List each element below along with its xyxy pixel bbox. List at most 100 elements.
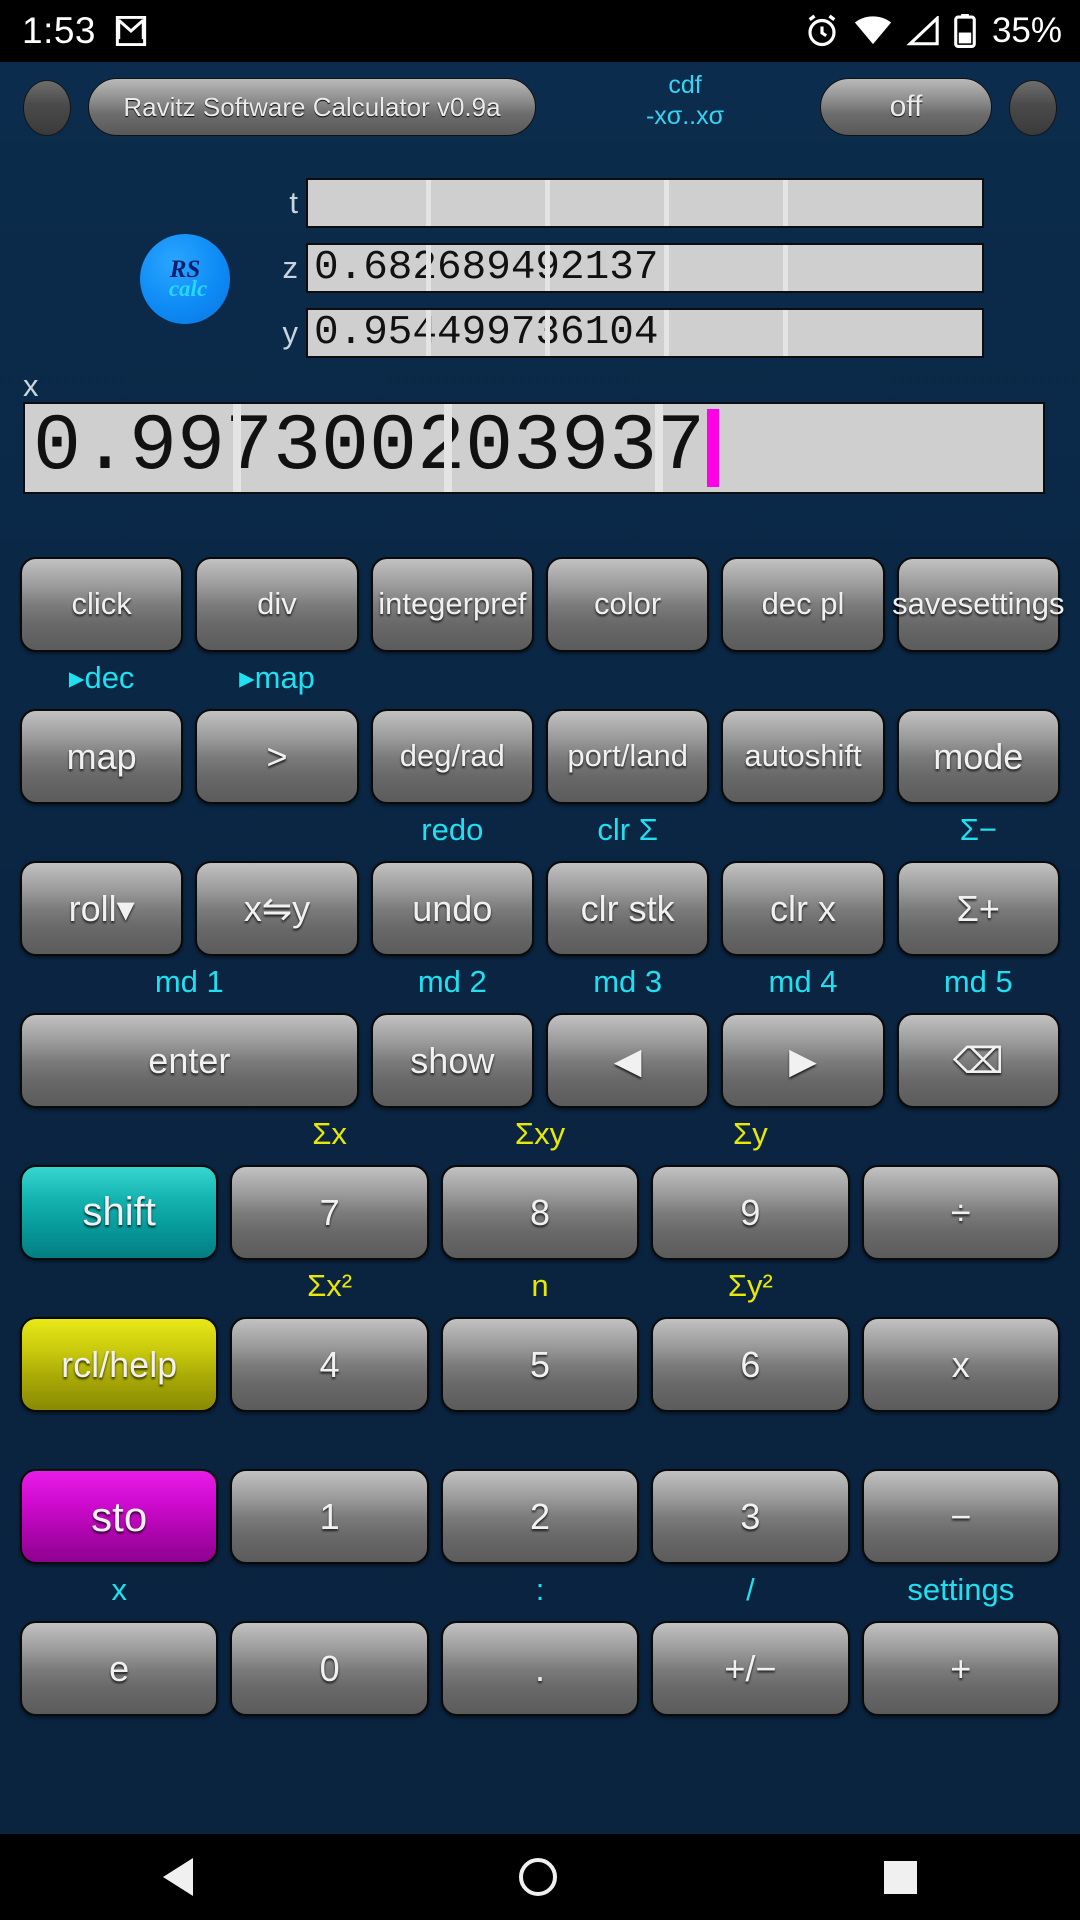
right-arrow-button[interactable]: ▶ xyxy=(721,1013,885,1108)
key-shift-label: md 1 xyxy=(154,964,224,999)
key-label: 8 xyxy=(529,1191,550,1233)
key-label: − xyxy=(950,1495,972,1537)
register-field-x[interactable]: 0.997300203937 xyxy=(23,402,1045,494)
key-shift-label: Σx² xyxy=(307,1268,353,1303)
digit-3-button[interactable]: 3 xyxy=(651,1469,850,1564)
key-label: undo xyxy=(412,887,493,929)
register-field-z[interactable]: 0.682689492137 xyxy=(306,243,984,293)
key-label: 7 xyxy=(319,1191,340,1233)
exponent-button[interactable]: e xyxy=(20,1621,219,1716)
divide-button[interactable]: ÷ xyxy=(861,1165,1060,1260)
sto-button[interactable]: sto xyxy=(20,1469,219,1564)
key-label: e xyxy=(109,1647,130,1689)
wifi-icon xyxy=(854,16,892,46)
key-label: > xyxy=(266,735,288,777)
deg-rad-button[interactable]: deg/rad xyxy=(370,709,534,804)
digit-0-button[interactable]: 0 xyxy=(230,1621,429,1716)
off-button[interactable]: off xyxy=(820,78,992,136)
digit-9-button[interactable]: 9 xyxy=(651,1165,850,1260)
keypad-label-row: Σx² n Σy² xyxy=(20,1260,1060,1304)
keypad-row: e 0. +/− + xyxy=(20,1608,1060,1716)
recent-apps-icon[interactable] xyxy=(883,1860,917,1894)
decimal-point-button[interactable]: . xyxy=(440,1621,640,1716)
clear-stack-button[interactable]: clr stk xyxy=(545,861,710,956)
digit-5-button[interactable]: 5 xyxy=(440,1317,640,1412)
digit-8-button[interactable]: 8 xyxy=(440,1165,640,1260)
logo-text: RS calc xyxy=(168,256,208,301)
register-row-t: t xyxy=(260,178,1080,228)
undo-button[interactable]: undo xyxy=(370,861,534,956)
port-land-button[interactable]: port/land xyxy=(545,709,710,804)
key-label: dec pl xyxy=(761,586,845,622)
key-shift-label: ▸dec xyxy=(68,660,135,695)
map-button[interactable]: map xyxy=(20,709,184,804)
register-label-z: z xyxy=(282,250,299,285)
back-icon[interactable] xyxy=(163,1858,194,1896)
calculator-app: Ravitz Software Calculator v0.9a cdf -xσ… xyxy=(0,62,1080,1834)
shift-button[interactable]: shift xyxy=(20,1165,219,1260)
show-button[interactable]: show xyxy=(370,1013,534,1108)
click-button[interactable]: click xyxy=(20,557,184,652)
key-shift-label: : xyxy=(535,1572,545,1607)
key-label: + xyxy=(950,1647,972,1689)
key-label: x⇋y xyxy=(243,887,311,929)
register-field-t[interactable] xyxy=(306,178,984,228)
rcl-help-button[interactable]: rcl/help xyxy=(20,1317,219,1412)
mode-button[interactable]: mode xyxy=(896,709,1060,804)
key-shift-label: x xyxy=(111,1572,127,1607)
register-row-y: y 0.954499736104 xyxy=(260,308,1080,358)
keypad: click div integer pref color dec pl save settin… xyxy=(0,500,1080,1716)
keypad-row: shift 7 8 9 ÷ xyxy=(20,1152,1060,1260)
android-nav-bar xyxy=(0,1834,1080,1920)
sign-toggle-button[interactable]: +/− xyxy=(651,1621,850,1716)
key-label: 4 xyxy=(319,1343,340,1385)
rs-calc-logo: RS calc xyxy=(140,234,230,324)
digit-4-button[interactable]: 4 xyxy=(230,1317,429,1412)
digit-6-button[interactable]: 6 xyxy=(651,1317,850,1412)
key-label: auto xyxy=(744,738,805,774)
key-label: save xyxy=(892,586,958,622)
clear-x-button[interactable]: clr x xyxy=(721,861,885,956)
sigma-plus-button[interactable]: Σ+ xyxy=(896,861,1060,956)
color-button[interactable]: color xyxy=(545,557,710,652)
right-knob-button[interactable] xyxy=(1009,80,1057,136)
add-button[interactable]: + xyxy=(861,1621,1060,1716)
digit-2-button[interactable]: 2 xyxy=(440,1469,640,1564)
register-value-y: 0.954499736104 xyxy=(314,309,659,356)
x-swap-y-button[interactable]: x⇋y xyxy=(195,861,359,956)
key-label: ÷ xyxy=(950,1191,971,1233)
key-label: ⌫ xyxy=(952,1039,1004,1081)
left-arrow-button[interactable]: ◀ xyxy=(545,1013,710,1108)
digit-7-button[interactable]: 7 xyxy=(230,1165,429,1260)
key-label: shift xyxy=(82,1189,156,1234)
dec-pl-button[interactable]: dec pl xyxy=(721,557,885,652)
subtract-button[interactable]: − xyxy=(861,1469,1060,1564)
integer-pref-button[interactable]: integer pref xyxy=(370,557,534,652)
cdf-label-line2: -xσ..xσ xyxy=(645,102,725,130)
key-shift-label: n xyxy=(531,1268,549,1303)
auto-shift-button[interactable]: auto shift xyxy=(721,709,885,804)
keypad-row: map > deg/rad port/land auto shift mode xyxy=(20,696,1060,804)
key-label: show xyxy=(410,1039,495,1081)
digit-1-button[interactable]: 1 xyxy=(230,1469,429,1564)
backspace-button[interactable]: ⌫ xyxy=(896,1013,1060,1108)
register-label-x: x xyxy=(23,368,39,403)
div-button[interactable]: div xyxy=(195,557,359,652)
key-label: . xyxy=(534,1647,545,1689)
greater-than-button[interactable]: > xyxy=(195,709,359,804)
key-label: map xyxy=(66,735,137,777)
key-shift-label: Σx xyxy=(312,1116,347,1151)
save-settings-button[interactable]: save settings xyxy=(892,557,1064,652)
enter-button[interactable]: enter xyxy=(20,1013,359,1108)
register-field-y[interactable]: 0.954499736104 xyxy=(306,308,984,358)
key-label: +/− xyxy=(724,1647,777,1689)
key-shift-label: md 3 xyxy=(593,964,663,999)
roll-down-button[interactable]: roll▾ xyxy=(20,861,184,956)
left-knob-button[interactable] xyxy=(23,80,71,136)
register-value-z: 0.682689492137 xyxy=(314,244,659,291)
app-title-button[interactable]: Ravitz Software Calculator v0.9a xyxy=(88,78,536,136)
home-icon[interactable] xyxy=(519,1858,558,1896)
multiply-button[interactable]: x xyxy=(861,1317,1060,1412)
key-label: rcl/help xyxy=(61,1343,178,1385)
key-shift-label: ▸map xyxy=(239,660,315,695)
